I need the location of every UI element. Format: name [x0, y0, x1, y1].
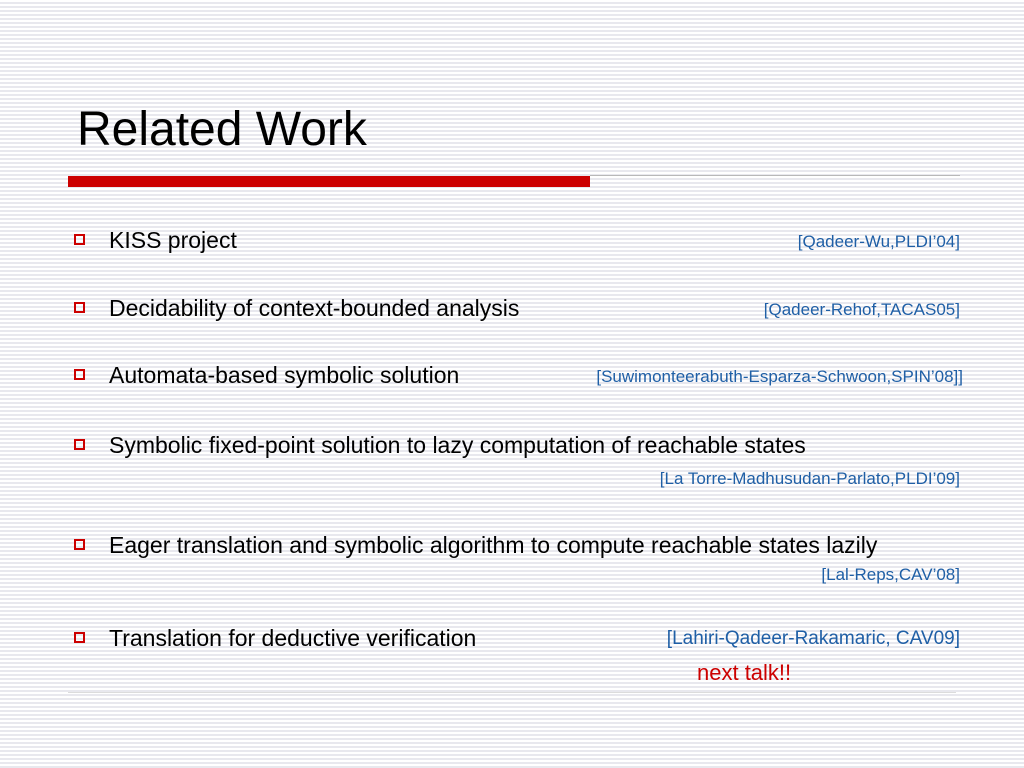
list-item-citation: [Suwimonteerabuth-Esparza-Schwoon,SPIN’0… — [596, 367, 963, 386]
footer-divider — [68, 692, 956, 693]
list-item-citation: [La Torre-Madhusudan-Parlato,PLDI’09] — [659, 469, 960, 488]
list-item-citation: [Qadeer-Wu,PLDI’04] — [797, 232, 960, 251]
list-item-text: Automata-based symbolic solution — [109, 362, 460, 388]
title-underline-thin — [590, 175, 960, 176]
slide-title: Related Work — [77, 103, 367, 156]
list-item-text: KISS project — [109, 227, 237, 253]
bullet-square-icon — [74, 632, 85, 643]
bullet-square-icon — [74, 302, 85, 313]
list-item-citation: [Lal-Reps,CAV’08] — [821, 565, 960, 584]
list-item-citation: [Qadeer-Rehof,TACAS05] — [763, 300, 960, 319]
bullet-square-icon — [74, 369, 85, 380]
bullet-square-icon — [74, 234, 85, 245]
slide: Related Work KISS project [Qadeer-Wu,PLD… — [0, 0, 1024, 768]
list-item-text: Symbolic fixed-point solution to lazy co… — [109, 432, 806, 458]
title-underline-accent — [68, 176, 590, 187]
next-talk-note: next talk!! — [697, 660, 792, 685]
list-item-text: Translation for deductive verification — [109, 625, 477, 651]
list-item-citation: [Lahiri-Qadeer-Rakamaric, CAV09] — [666, 628, 960, 649]
list-item-text: Eager translation and symbolic algorithm… — [109, 532, 878, 558]
list-item-text: Decidability of context-bounded analysis — [109, 295, 520, 321]
bullet-square-icon — [74, 539, 85, 550]
bullet-square-icon — [74, 439, 85, 450]
